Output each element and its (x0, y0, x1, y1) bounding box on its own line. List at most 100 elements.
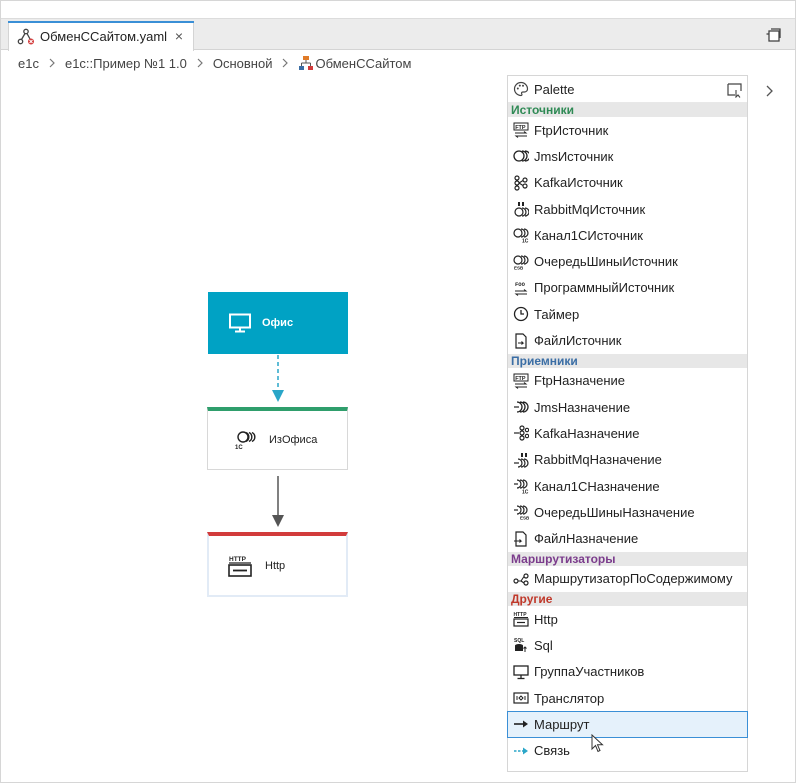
mouse-cursor-icon (591, 734, 604, 753)
tab-obmen-yaml[interactable]: ОбменССайтом.yaml × (8, 21, 194, 51)
esb-queue-source-icon: ESB (513, 255, 529, 270)
palette-item-content-router[interactable]: МаршрутизаторПоСодержимому (508, 566, 747, 592)
svg-text:FTP: FTP (515, 376, 526, 382)
palette-item-file-destination[interactable]: ФайлНазначение (508, 525, 747, 551)
palette-item-label: МаршрутизаторПоСодержимому (534, 571, 733, 587)
palette-item-jms-destination[interactable]: JmsНазначение (508, 394, 747, 420)
top-strip (1, 1, 795, 18)
monitor-icon (513, 665, 529, 679)
palette-item-translator[interactable]: Транслятор (508, 685, 747, 711)
palette-item-participant-group[interactable]: ГруппаУчастников (508, 659, 747, 685)
restore-window-icon[interactable] (765, 26, 783, 44)
channel-1c-destination-icon: 1C (514, 479, 529, 495)
palette-item-ftp-destination[interactable]: FTP FtpНазначение (508, 368, 747, 394)
palette-item-label: Http (534, 611, 558, 627)
palette-item-label: ФайлИсточник (534, 333, 622, 349)
palette-item-file-source[interactable]: ФайлИсточник (508, 327, 747, 353)
palette-item-sql[interactable]: SQL Sql (508, 632, 747, 658)
category-receivers[interactable]: Приемники (508, 353, 747, 368)
program-source-icon: FOO (514, 281, 528, 296)
sql-database-icon: SQL (514, 638, 527, 653)
palette-item-label: JmsНазначение (534, 399, 631, 415)
svg-text:FOO: FOO (515, 281, 526, 288)
palette-item-esb-queue-source[interactable]: ESB ОчередьШиныИсточник (508, 248, 747, 274)
palette-item-label: JmsИсточник (534, 148, 614, 164)
diagram-node-izofisa[interactable]: 1C ИзОфиса (207, 407, 348, 470)
breadcrumb: e1c e1c::Пример №1 1.0 Основной ОбменССа… (18, 55, 411, 71)
palette-item-label: ОчередьШиныНазначение (534, 504, 695, 520)
http-icon: HTTP (513, 612, 529, 627)
svg-text:1C: 1C (522, 239, 529, 244)
svg-text:1C: 1C (522, 490, 529, 495)
palette-panel: Palette Источники FTP FtpИсточник JmsИст… (507, 75, 748, 772)
palette-item-link[interactable]: Связь (508, 738, 747, 764)
http-icon: HTTP (228, 556, 252, 577)
svg-text:ESB: ESB (520, 516, 529, 521)
category-sources[interactable]: Источники (508, 103, 747, 117)
breadcrumb-item-project[interactable]: e1c::Пример №1 1.0 (65, 56, 187, 71)
breadcrumb-item-osnovnoy[interactable]: Основной (213, 56, 273, 71)
node-label: ИзОфиса (269, 434, 318, 446)
breadcrumb-item-label: ОбменССайтом (315, 55, 412, 71)
file-destination-icon (514, 530, 527, 547)
translator-icon (513, 692, 529, 704)
palette-item-ftp-source[interactable]: FTP FtpИсточник (508, 117, 747, 143)
svg-text:HTTP: HTTP (229, 556, 247, 563)
palette-item-esb-queue-destination[interactable]: ESB ОчередьШиныНазначение (508, 499, 747, 525)
diagram-node-http[interactable]: HTTP Http (207, 532, 348, 597)
palette-item-label: RabbitMqИсточник (534, 201, 646, 217)
tab-close-icon[interactable]: × (172, 29, 186, 43)
file-source-icon (515, 332, 527, 349)
palette-item-program-source[interactable]: FOO ПрограммныйИсточник (508, 275, 747, 301)
kafka-destination-icon (514, 425, 529, 442)
node-label: Http (265, 559, 286, 572)
breadcrumb-item-obmen[interactable]: ОбменССайтом (298, 55, 411, 71)
tab-title: ОбменССайтом.yaml (40, 29, 168, 44)
palette-item-channel1c-source[interactable]: 1C Канал1СИсточник (508, 222, 747, 248)
node-label: Офис (262, 317, 294, 329)
palette-title: Palette (534, 81, 575, 97)
palette-item-channel1c-destination[interactable]: 1C Канал1СНазначение (508, 473, 747, 499)
palette-item-label: Маршрут (534, 716, 590, 732)
palette-item-label: Таймер (534, 306, 580, 322)
palette-item-label: Связь (534, 743, 570, 759)
palette-item-rabbitmq-destination[interactable]: RabbitMqНазначение (508, 447, 747, 473)
svg-text:SQL: SQL (514, 638, 524, 644)
ftp-destination-icon: FTP (513, 373, 529, 389)
palette-item-http[interactable]: HTTP Http (508, 606, 747, 632)
esb-queue-destination-icon: ESB (514, 505, 529, 521)
content-router-icon (513, 573, 529, 586)
category-other[interactable]: Другие (508, 592, 747, 607)
palette-item-label: ОчередьШиныИсточник (534, 254, 678, 270)
category-routers[interactable]: Маршрутизаторы (508, 551, 747, 566)
palette-icon (513, 81, 529, 97)
svg-text:FTP: FTP (515, 125, 526, 131)
jms-source-icon (513, 150, 529, 163)
chevron-right-icon (283, 58, 289, 68)
palette-item-route[interactable]: Маршрут (507, 711, 748, 738)
palette-header: Palette (508, 76, 747, 103)
palette-item-rabbitmq-source[interactable]: RabbitMqИсточник (508, 196, 747, 222)
palette-item-label: KafkaНазначение (534, 425, 640, 441)
chevron-right-icon (49, 58, 55, 68)
diagram-node-office[interactable]: Офис (208, 292, 348, 354)
palette-item-label: RabbitMqНазначение (534, 452, 662, 468)
chevron-right-icon (197, 58, 203, 68)
palette-item-label: ФайлНазначение (534, 531, 639, 547)
palette-item-timer[interactable]: Таймер (508, 301, 747, 327)
chevron-right-icon[interactable] (764, 84, 776, 98)
palette-item-kafka-source[interactable]: KafkaИсточник (508, 170, 747, 196)
palette-item-jms-source[interactable]: JmsИсточник (508, 143, 747, 169)
breadcrumb-item-e1c[interactable]: e1c (18, 56, 39, 71)
palette-item-label: Sql (534, 637, 553, 653)
rabbitmq-source-icon (514, 202, 529, 217)
jms-destination-icon (514, 401, 529, 413)
palette-item-label: FtpИсточник (534, 122, 609, 138)
palette-item-label: Транслятор (534, 690, 605, 706)
palette-item-kafka-destination[interactable]: KafkaНазначение (508, 420, 747, 446)
palette-item-label: ГруппаУчастников (534, 664, 645, 680)
palette-item-label: KafkaИсточник (534, 175, 623, 191)
route-tree-icon (299, 56, 314, 70)
svg-text:1C: 1C (235, 445, 243, 450)
dock-palette-icon[interactable] (726, 81, 743, 98)
